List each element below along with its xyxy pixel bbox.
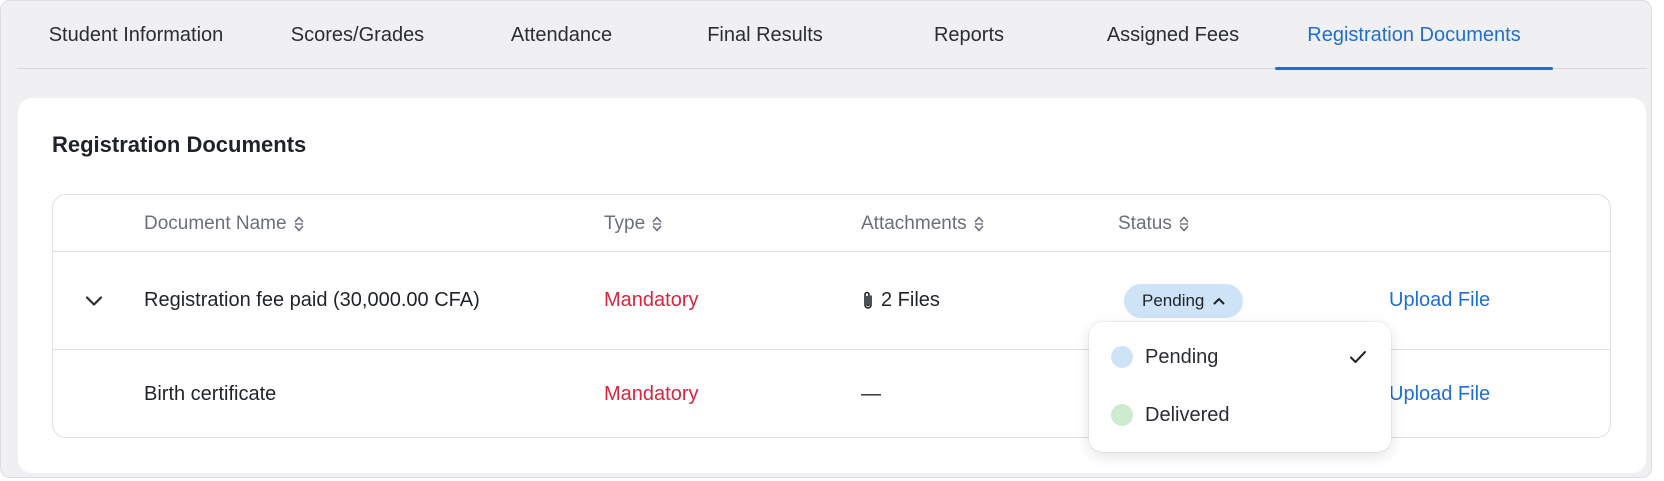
tab-bar: Student Information Scores/Grades Attend… (17, 1, 1647, 70)
attachments-count: 2 Files (881, 289, 940, 311)
tab-scores-grades[interactable]: Scores/Grades (255, 1, 460, 69)
document-name: Registration fee paid (30,000.00 CFA) (144, 289, 480, 311)
status-badge[interactable]: Pending (1124, 283, 1244, 318)
status-option-pending[interactable]: Pending (1089, 328, 1391, 386)
table-header: Document Name Type Attachments Status (53, 195, 1610, 252)
column-header-status[interactable]: Status (1118, 195, 1190, 252)
status-label: Pending (1142, 290, 1205, 310)
sort-icon (651, 215, 663, 233)
tab-assigned-fees[interactable]: Assigned Fees (1071, 1, 1275, 69)
status-dot (1111, 346, 1133, 368)
sort-icon (293, 215, 305, 233)
sort-icon (973, 215, 985, 233)
status-dot (1111, 404, 1133, 426)
column-label: Status (1118, 212, 1172, 234)
option-label: Delivered (1145, 403, 1230, 426)
chevron-down-icon (85, 295, 103, 306)
tab-student-information[interactable]: Student Information (17, 1, 255, 69)
expand-row-button[interactable] (79, 286, 109, 316)
column-label: Document Name (144, 212, 287, 234)
status-dropdown-menu: Pending Delivered (1089, 322, 1391, 452)
column-header-type[interactable]: Type (604, 195, 663, 252)
column-label: Attachments (861, 212, 967, 234)
document-name: Birth certificate (144, 382, 277, 405)
column-header-attachments[interactable]: Attachments (861, 195, 985, 252)
section-title: Registration Documents (52, 132, 307, 157)
document-type: Mandatory (604, 289, 699, 311)
status-option-delivered[interactable]: Delivered (1089, 386, 1391, 444)
upload-file-button[interactable]: Upload File (1389, 252, 1490, 349)
column-header-document-name[interactable]: Document Name (144, 195, 305, 252)
document-type: Mandatory (604, 382, 699, 405)
upload-file-button[interactable]: Upload File (1389, 351, 1490, 437)
page-frame: Student Information Scores/Grades Attend… (0, 0, 1652, 478)
sort-icon (1178, 215, 1190, 233)
option-label: Pending (1145, 345, 1219, 368)
attachments-link[interactable]: 2 Files (861, 252, 940, 349)
tab-final-results[interactable]: Final Results (663, 1, 867, 69)
tab-attendance[interactable]: Attendance (460, 1, 663, 69)
tab-registration-documents[interactable]: Registration Documents (1275, 1, 1553, 70)
paperclip-icon (864, 291, 872, 309)
column-label: Type (604, 212, 646, 234)
attachments-empty: — (861, 382, 881, 405)
documents-card: Registration Documents Document Name Typ… (18, 98, 1646, 473)
tab-reports[interactable]: Reports (867, 1, 1071, 69)
chevron-up-icon (1213, 297, 1225, 305)
check-icon (1349, 350, 1367, 364)
